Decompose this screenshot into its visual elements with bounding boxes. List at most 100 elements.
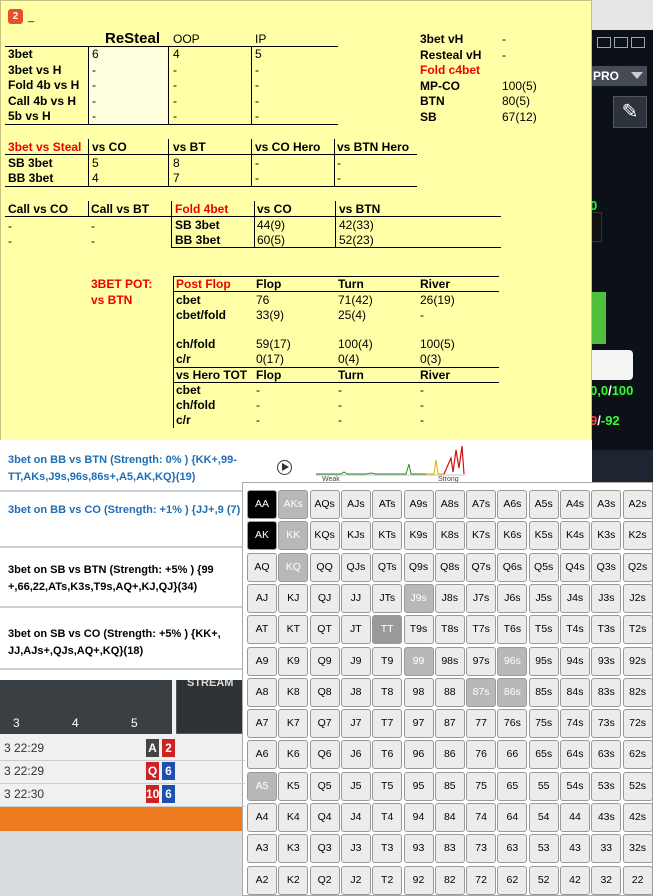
log-row[interactable]: 3 22:30 10 6 <box>0 783 245 807</box>
range-cell[interactable]: 93 <box>403 834 434 864</box>
range-cell[interactable]: 62 <box>497 865 528 895</box>
range-cell[interactable]: J4 <box>340 803 371 832</box>
range-cell[interactable]: AKs <box>278 490 309 519</box>
range-cell[interactable]: KK <box>278 521 309 551</box>
range-cell[interactable]: QTs <box>372 552 403 582</box>
range-cell[interactable]: A2s <box>622 490 653 519</box>
range-cell[interactable]: Q5s <box>528 552 559 582</box>
range-cell[interactable]: K2s <box>622 521 653 551</box>
range-cell[interactable]: K6 <box>278 740 309 770</box>
range-cell[interactable]: 72s <box>622 709 653 739</box>
range-cell[interactable]: 96 <box>403 740 434 770</box>
range-cell[interactable]: 55 <box>528 771 559 801</box>
range-cell[interactable]: JJ <box>340 583 371 613</box>
range-cell[interactable]: 87 <box>434 709 465 739</box>
range-cell[interactable]: T2s <box>622 615 653 645</box>
range-cell[interactable]: A3s <box>591 490 622 519</box>
range-cell[interactable]: 63s <box>591 740 622 770</box>
range-cell[interactable]: 74s <box>560 709 590 739</box>
range-cell[interactable]: T7 <box>372 709 403 739</box>
range-cell[interactable]: 22 <box>622 865 653 895</box>
range-cell[interactable]: 82 <box>434 865 465 895</box>
range-cell[interactable]: T9 <box>372 646 403 676</box>
range-cell[interactable]: J3 <box>340 834 371 864</box>
range-cell[interactable]: QJ <box>309 583 340 613</box>
range-cell[interactable]: Q2 <box>309 865 340 895</box>
range-cell[interactable]: KJ <box>278 583 309 613</box>
range-cell[interactable]: 73s <box>591 709 622 739</box>
range-cell[interactable]: A9s <box>403 490 434 519</box>
range-cell[interactable]: 52s <box>622 771 653 801</box>
range-cell[interactable]: AA <box>247 490 277 519</box>
range-cell[interactable]: J8 <box>340 677 371 707</box>
range-cell[interactable]: T3s <box>591 615 622 645</box>
range-cell[interactable]: K8s <box>434 521 465 551</box>
close-icon[interactable] <box>631 37 645 48</box>
range-cell[interactable]: T9s <box>403 615 434 645</box>
range-cell[interactable]: K3 <box>278 834 309 864</box>
range-cell[interactable]: K8 <box>278 677 309 707</box>
range-cell[interactable]: 62s <box>622 740 653 770</box>
range-cell[interactable]: AQs <box>309 490 340 519</box>
range-cell[interactable]: 98s <box>434 646 465 676</box>
range-cell[interactable]: J9 <box>340 646 371 676</box>
range-cell[interactable]: T7s <box>466 615 497 645</box>
range-cell[interactable]: 83s <box>591 677 622 707</box>
range-cell[interactable]: 84 <box>434 803 465 832</box>
range-cell[interactable]: K6s <box>497 521 528 551</box>
range-cell[interactable]: A6s <box>497 490 528 519</box>
range-cell[interactable]: T4 <box>372 803 403 832</box>
log-row[interactable]: 3 22:29 Q 6 <box>0 760 245 784</box>
range-cell[interactable]: 99 <box>403 646 434 676</box>
play-icon[interactable] <box>277 460 292 475</box>
range-cell[interactable]: 43s <box>591 803 622 832</box>
range-cell[interactable]: 63 <box>497 834 528 864</box>
range-cell[interactable]: 82s <box>622 677 653 707</box>
range-cell[interactable]: K3s <box>591 521 622 551</box>
range-cell[interactable]: T6 <box>372 740 403 770</box>
range-cell[interactable]: 75s <box>528 709 559 739</box>
range-cell[interactable]: A5 <box>247 771 277 801</box>
range-cell[interactable]: J6 <box>340 740 371 770</box>
range-cell[interactable]: T8 <box>372 677 403 707</box>
range-cell[interactable]: T5s <box>528 615 559 645</box>
range-cell[interactable]: 98 <box>403 677 434 707</box>
range-cell[interactable]: 95s <box>528 646 559 676</box>
range-cell[interactable]: K9 <box>278 646 309 676</box>
range-cell[interactable]: J4s <box>560 583 590 613</box>
range-cell[interactable]: T5 <box>372 771 403 801</box>
range-cell[interactable]: A9 <box>247 646 277 676</box>
range-cell[interactable]: AK <box>247 521 277 551</box>
range-cell[interactable]: 73 <box>466 834 497 864</box>
range-cell[interactable]: J8s <box>434 583 465 613</box>
range-cell[interactable]: Q9 <box>309 646 340 676</box>
range-cell[interactable]: A7s <box>466 490 497 519</box>
range-cell[interactable]: ATs <box>372 490 403 519</box>
range-cell[interactable]: A7 <box>247 709 277 739</box>
range-cell[interactable]: 72 <box>466 865 497 895</box>
range-cell[interactable]: A6 <box>247 740 277 770</box>
stream-button[interactable]: STREAM <box>176 672 245 734</box>
range-cell[interactable]: J5s <box>528 583 559 613</box>
range-cell[interactable]: K9s <box>403 521 434 551</box>
range-cell[interactable]: A8 <box>247 677 277 707</box>
range-cell[interactable]: QQ <box>309 552 340 582</box>
range-cell[interactable]: 96s <box>497 646 528 676</box>
range-cell[interactable]: K4s <box>560 521 590 551</box>
range-cell[interactable]: Q8s <box>434 552 465 582</box>
range-cell[interactable]: Q2s <box>622 552 653 582</box>
range-cell[interactable]: 76s <box>497 709 528 739</box>
green-button[interactable] <box>590 292 606 344</box>
range-cell[interactable]: Q4 <box>309 803 340 832</box>
range-cell[interactable]: 65 <box>497 771 528 801</box>
restore-icon[interactable] <box>597 37 611 48</box>
range-cell[interactable]: AQ <box>247 552 277 582</box>
range-cell[interactable]: 65s <box>528 740 559 770</box>
range-cell[interactable]: J9s <box>403 583 434 613</box>
range-cell[interactable]: Q9s <box>403 552 434 582</box>
range-cell[interactable]: 97 <box>403 709 434 739</box>
range-cell[interactable]: 43 <box>560 834 590 864</box>
range-cell[interactable]: Q8 <box>309 677 340 707</box>
range-cell[interactable]: 53s <box>591 771 622 801</box>
range-cell[interactable]: JTs <box>372 583 403 613</box>
